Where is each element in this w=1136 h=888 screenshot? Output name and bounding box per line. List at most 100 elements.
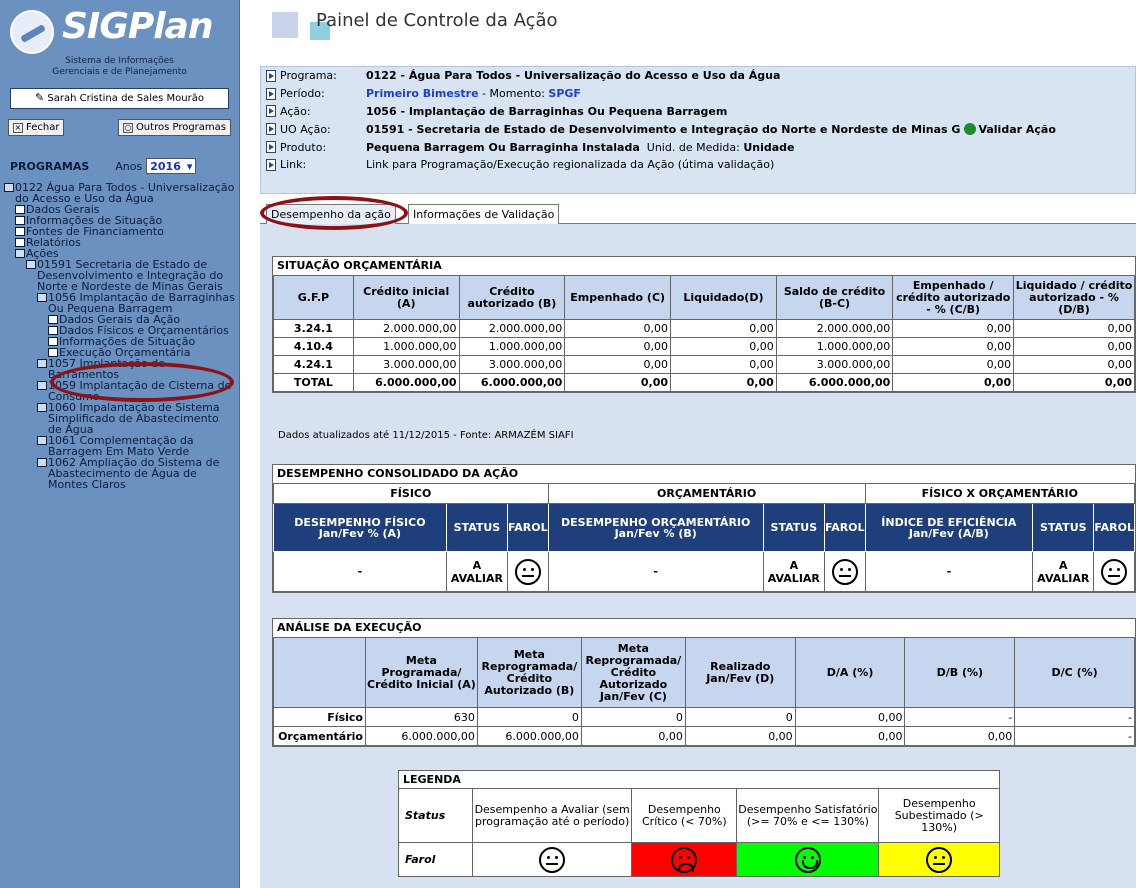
document-icon	[15, 238, 25, 247]
produto-value: Pequena Barragem Ou Barraginha Instalada	[366, 140, 640, 154]
arrow-right-icon	[266, 123, 276, 136]
year-select[interactable]: 2016 ▾	[146, 158, 197, 174]
table-header: STATUS	[1032, 503, 1095, 552]
table-cell: 6.000.000,00	[352, 373, 460, 392]
tree-item[interactable]: 1056 Implantação de Barraginhas Ou Peque…	[0, 292, 239, 314]
other-programs-button[interactable]: ○ Outros Programas	[117, 119, 231, 136]
table-cell: 0,00	[684, 726, 796, 746]
legenda-farol-cell	[878, 842, 1000, 877]
table-row: Físico 630 0 0 0 0,00- -	[273, 707, 1135, 727]
table-cell: 0	[476, 707, 582, 727]
table-header: Meta Programada/ Crédito Inicial (A)	[364, 637, 478, 708]
unid-value: Unidade	[743, 140, 795, 154]
table-cell: 0,00	[564, 373, 672, 392]
neutral-face-icon	[1101, 558, 1128, 585]
tree-item[interactable]: 1062 Ampliação do Sistema de Abastecimen…	[0, 457, 239, 490]
close-button[interactable]: × Fechar	[8, 119, 65, 136]
table-cell: 0,00	[892, 355, 1015, 374]
document-icon	[48, 326, 58, 335]
tab-bar: Desempenho da ação Informações de Valida…	[260, 200, 1136, 224]
tab-validacao[interactable]: Informações de Validação	[408, 204, 560, 224]
logo-subtitle: Sistema de Informações Gerenciais e de P…	[0, 56, 239, 78]
analise-title: ANÁLISE DA EXECUÇÃO	[277, 621, 422, 634]
table-cell: 3.000.000,00	[458, 355, 566, 374]
table-header: Crédito inicial (A)	[352, 275, 460, 320]
tree-item[interactable]: 1061 Complementação da Barragem Em Mato …	[0, 435, 239, 457]
legenda-status-label: Status	[398, 788, 473, 843]
table-cell: 0,00	[670, 319, 777, 338]
validate-action-link[interactable]: Validar Ação	[978, 123, 1055, 136]
years-label: Anos	[115, 159, 143, 173]
page-title: Painel de Controle da Ação	[260, 0, 1136, 40]
logo-subtitle-line1: Sistema de Informações	[65, 56, 174, 66]
document-icon	[15, 205, 25, 214]
data-source-note: Dados atualizados até 11/12/2015 - Fonte…	[278, 430, 574, 441]
group-orcamentario: ORÇAMENTÁRIO	[547, 483, 866, 504]
table-header: D/B (%)	[904, 637, 1016, 708]
folder-icon	[4, 183, 14, 192]
table-cell: 6.000.000,00	[775, 373, 894, 392]
situacao-table: G.F.P Crédito inicial (A) Crédito autoriza…	[273, 275, 1135, 392]
tree-item[interactable]: 1060 Impalantação de Sistema Simplificad…	[0, 402, 239, 435]
situacao-title: SITUAÇÃO ORÇAMENTÁRIA	[277, 259, 442, 272]
table-cell: -	[273, 551, 447, 592]
document-icon	[48, 348, 58, 357]
info-row-produto: Produto: Pequena Barragem Ou Barraginha I…	[261, 138, 1135, 156]
logo-text: SIGPlan	[62, 6, 214, 47]
folder-icon	[37, 381, 47, 390]
table-cell: 2.000.000,00	[458, 319, 566, 338]
table-cell: 1.000.000,00	[775, 337, 894, 356]
table-cell: 0,00	[1013, 373, 1135, 392]
tree-item-label: 1056 Implantação de Barraginhas Ou Peque…	[48, 291, 235, 315]
info-row-programa: Programa: 0122 - Água Para Todos - Univer…	[261, 67, 1135, 85]
table-cell: 6.000.000,00	[458, 373, 566, 392]
legenda-status-item: Desempenho Subestimado (> 130%)	[878, 788, 1000, 843]
search-icon: ○	[122, 122, 133, 133]
tab-desempenho[interactable]: Desempenho da ação	[266, 204, 396, 224]
main-panel: Painel de Controle da Ação Programa: 0122…	[260, 0, 1136, 888]
action-info-panel: Programa: 0122 - Água Para Todos - Univer…	[260, 66, 1136, 194]
program-tree: 0122 Água Para Todos - Universalização d…	[0, 182, 239, 490]
table-cell: -	[547, 551, 764, 592]
document-icon	[48, 315, 58, 324]
table-header: Crédito autorizado (B)	[458, 275, 566, 320]
tree-item[interactable]: 1057 Implantação de Barramentos	[0, 358, 239, 380]
tree-item[interactable]: 0122 Água Para Todos - Universalização d…	[0, 182, 239, 204]
legenda-status-item: Desempenho Satisfatório (>= 70% e <= 130…	[736, 788, 880, 843]
table-cell: 0,00	[892, 319, 1015, 338]
table-cell: A AVALIAR	[762, 551, 825, 592]
table-row: TOTAL 6.000.000,00 6.000.000,00 0,00 0,00 6.0…	[273, 373, 1135, 392]
tree-item[interactable]: 1059 Implantação de Cisterna de Consumo	[0, 380, 239, 402]
desempenho-table: FÍSICO ORÇAMENTÁRIO FÍSICO X ORÇAMENTÁRI…	[273, 483, 1136, 592]
table-cell: -	[904, 707, 1016, 727]
user-name: Sarah Cristina de Sales Mourão	[47, 93, 204, 104]
table-cell: 3.000.000,00	[352, 355, 460, 374]
page-title-part2: Controle da Ação	[403, 10, 558, 31]
table-cell: -	[1014, 707, 1135, 727]
table-cell: 0,00	[904, 726, 1016, 746]
legenda-farol-cell	[631, 842, 738, 877]
tree-item[interactable]: 01591 Secretaria de Estado de Desenvolvi…	[0, 259, 239, 292]
table-cell: 0,00	[670, 355, 777, 374]
close-button-label: Fechar	[26, 122, 60, 133]
document-icon	[48, 337, 58, 346]
table-header: ÍNDICE DE EFICIÊNCIA Jan/Fev (A/B)	[864, 503, 1034, 552]
neutral-face-icon	[926, 846, 953, 873]
legenda-farol-label: Farol	[398, 842, 473, 877]
arrow-right-icon	[266, 105, 276, 118]
uo-label: UO Ação:	[280, 122, 331, 136]
table-cell: 0,00	[564, 355, 672, 374]
table-header: FAROL	[1093, 503, 1135, 552]
legenda-farol-cell	[736, 842, 880, 877]
neutral-face-icon	[831, 558, 858, 585]
close-icon: ×	[13, 122, 23, 133]
tab-content: SITUAÇÃO ORÇAMENTÁRIA G.F.P Crédito inici…	[260, 224, 1136, 888]
logo: SIGPlan	[0, 0, 239, 54]
user-icon: ✎	[35, 91, 45, 104]
programa-label: Programa:	[280, 69, 337, 83]
table-cell: 0,00	[1013, 355, 1135, 374]
regional-link[interactable]: Link para Programação/Execução regionali…	[366, 158, 774, 171]
info-row-uo: UO Ação: 01591 - Secretaria de Estado de …	[261, 120, 1135, 138]
validate-icon[interactable]	[964, 123, 977, 136]
table-header: D/A (%)	[794, 637, 906, 708]
